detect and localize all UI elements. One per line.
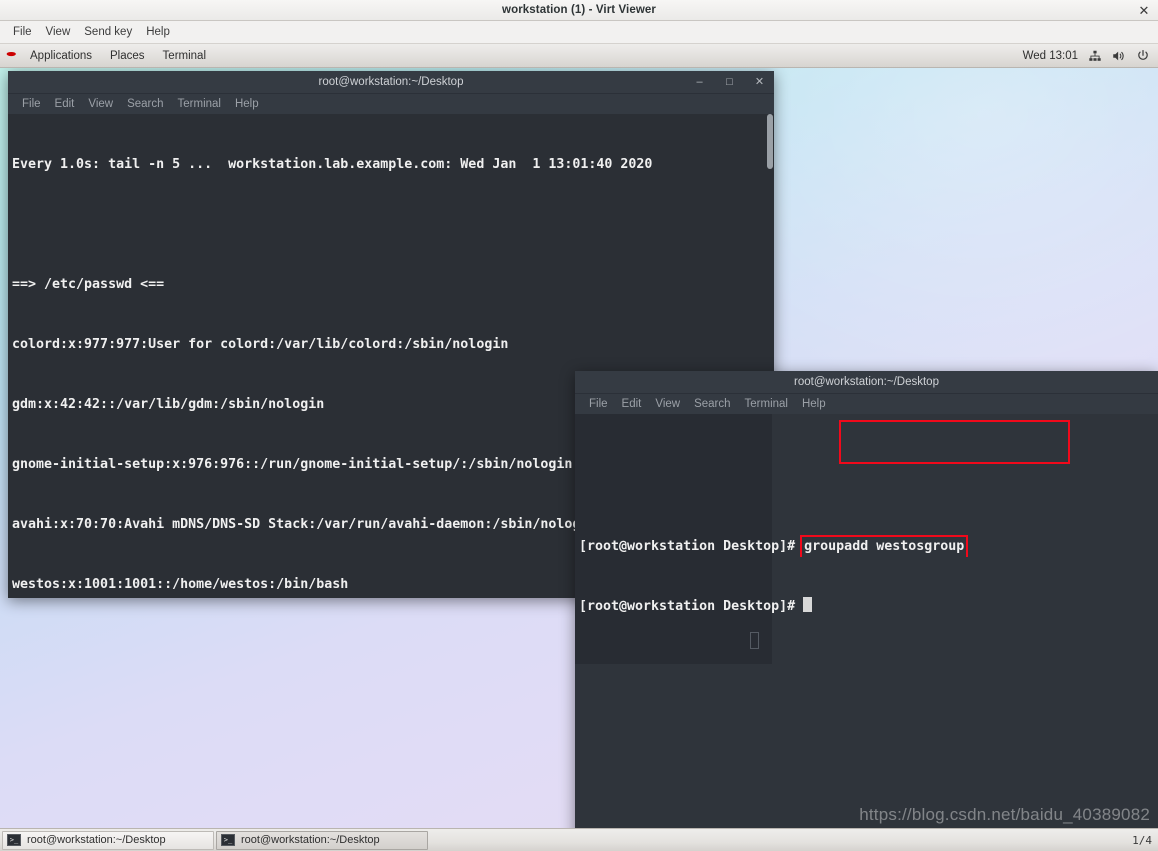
terminal1-menu-file[interactable]: File — [16, 97, 47, 111]
terminal1-titlebar: root@workstation:~/Desktop – □ ✕ — [8, 71, 774, 94]
terminal-window-groupadd[interactable]: root@workstation:~/Desktop File Edit Vie… — [575, 371, 1158, 851]
volume-icon[interactable] — [1111, 48, 1126, 63]
menu-item-help[interactable]: Help — [139, 24, 177, 40]
text-cursor — [803, 597, 813, 612]
desktop: root@workstation:~/Desktop – □ ✕ File Ed… — [0, 68, 1158, 851]
menu-item-view[interactable]: View — [39, 24, 78, 40]
terminal2-prompt-line: [root@workstation Desktop]# — [579, 597, 1158, 617]
redhat-logo-icon — [5, 48, 20, 63]
terminal2-menu-help[interactable]: Help — [796, 397, 832, 411]
viewer-titlebar: workstation (1) - Virt Viewer ✕ — [0, 0, 1158, 21]
terminal2-menu-view[interactable]: View — [649, 397, 686, 411]
terminal2-command-line: [root@workstation Desktop]# groupadd wes… — [579, 535, 1158, 557]
minimize-icon[interactable]: – — [693, 76, 706, 89]
network-icon[interactable] — [1087, 48, 1102, 63]
workspace-indicator[interactable]: 1/4 — [1132, 834, 1152, 847]
terminal-icon: >_ — [221, 834, 235, 846]
terminal2-command: groupadd westosgroup — [804, 539, 965, 554]
viewer-menubar: File View Send key Help — [0, 21, 1158, 44]
terminal1-menu-edit[interactable]: Edit — [49, 97, 81, 111]
terminal1-menubar: File Edit View Search Terminal Help — [8, 94, 774, 114]
terminal1-menu-terminal[interactable]: Terminal — [172, 97, 227, 111]
maximize-icon[interactable]: □ — [723, 76, 736, 89]
terminal1-line — [12, 215, 774, 235]
terminal1-menu-view[interactable]: View — [82, 97, 119, 111]
menu-item-file[interactable]: File — [6, 24, 39, 40]
highlight-box-groupadd: groupadd westosgroup — [800, 535, 969, 557]
menu-item-send-key[interactable]: Send key — [77, 24, 139, 40]
terminal2-menu-search[interactable]: Search — [688, 397, 736, 411]
scrollbar-thumb[interactable] — [767, 114, 773, 169]
terminal2-menu-edit[interactable]: Edit — [616, 397, 648, 411]
panel-menu-terminal[interactable]: Terminal — [155, 48, 214, 64]
terminal2-prompt: [root@workstation Desktop]# — [579, 599, 804, 614]
close-icon[interactable]: ✕ — [1136, 2, 1152, 18]
terminal2-menu-file[interactable]: File — [583, 397, 614, 411]
gnome-top-panel: Applications Places Terminal Wed 13:01 — [0, 44, 1158, 68]
terminal1-title: root@workstation:~/Desktop — [318, 76, 464, 88]
terminal2-prompt: [root@workstation Desktop]# — [579, 539, 804, 554]
terminal2-output[interactable]: [root@workstation Desktop]# groupadd wes… — [575, 414, 1158, 851]
terminal-icon: >_ — [7, 834, 21, 846]
panel-menu-applications[interactable]: Applications — [22, 48, 100, 64]
taskbar-button-terminal2[interactable]: >_ root@workstation:~/Desktop — [216, 830, 428, 850]
terminal1-menu-search[interactable]: Search — [121, 97, 169, 111]
terminal2-title: root@workstation:~/Desktop — [794, 376, 939, 388]
page-title: workstation (1) - Virt Viewer — [502, 4, 656, 16]
taskbar-button-terminal1[interactable]: >_ root@workstation:~/Desktop — [2, 830, 214, 850]
terminal1-menu-help[interactable]: Help — [229, 97, 265, 111]
terminal1-line: Every 1.0s: tail -n 5 ... workstation.la… — [12, 157, 653, 172]
terminal2-menu-terminal[interactable]: Terminal — [739, 397, 794, 411]
terminal2-titlebar: root@workstation:~/Desktop — [575, 371, 1158, 394]
taskbar-button-label: root@workstation:~/Desktop — [241, 834, 380, 846]
close-icon[interactable]: ✕ — [753, 76, 766, 89]
terminal1-line: ==> /etc/passwd <== — [12, 277, 165, 292]
taskbar-button-label: root@workstation:~/Desktop — [27, 834, 166, 846]
virt-viewer-window: workstation (1) - Virt Viewer ✕ File Vie… — [0, 0, 1158, 851]
terminal2-menubar: File Edit View Search Terminal Help — [575, 394, 1158, 414]
window-list-taskbar: >_ root@workstation:~/Desktop >_ root@wo… — [0, 828, 1158, 851]
panel-menu-places[interactable]: Places — [102, 48, 153, 64]
terminal1-line: colord:x:977:977:User for colord:/var/li… — [12, 337, 509, 352]
panel-clock[interactable]: Wed 13:01 — [1023, 50, 1078, 62]
power-icon[interactable] — [1135, 48, 1150, 63]
